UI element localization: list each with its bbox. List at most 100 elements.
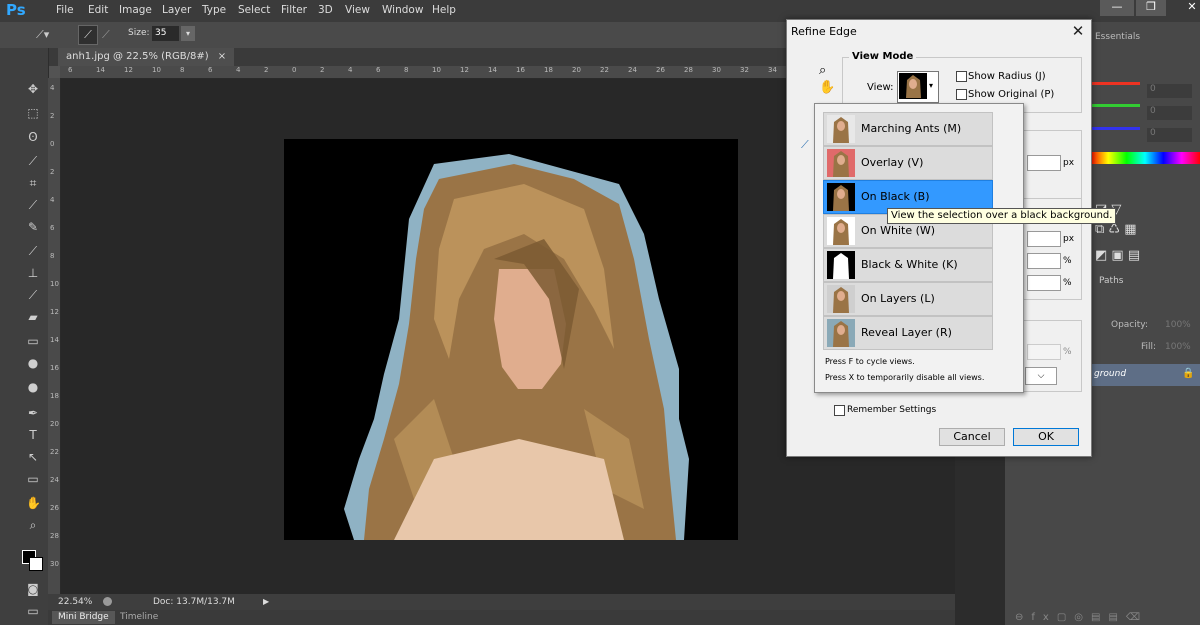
- radius-field[interactable]: [1027, 155, 1061, 171]
- contrast-unit: %: [1063, 256, 1072, 266]
- dialog-close-button[interactable]: ✕: [1070, 22, 1086, 40]
- eraser-tool-icon[interactable]: ▰: [26, 310, 40, 324]
- tab-mini-bridge[interactable]: Mini Bridge: [52, 611, 115, 624]
- layer-row-background[interactable]: ground 🔒: [1090, 364, 1200, 386]
- smooth-field[interactable]: [1027, 231, 1061, 247]
- minimize-button[interactable]: —: [1100, 0, 1134, 16]
- document-tab-close-icon[interactable]: ×: [218, 51, 226, 62]
- tab-paths[interactable]: Paths: [1099, 276, 1123, 286]
- adjustment-icons-row3[interactable]: ◩ ▣ ▤: [1095, 248, 1140, 263]
- brush-mode-icon[interactable]: ⟋: [78, 25, 98, 45]
- status-info-icon[interactable]: [103, 597, 112, 606]
- color-spectrum[interactable]: [1090, 152, 1200, 164]
- menu-image[interactable]: Image: [119, 4, 152, 16]
- zoom-tool-icon[interactable]: ⌕: [819, 63, 826, 78]
- crop-tool-icon[interactable]: ⌗: [26, 176, 40, 190]
- menu-select[interactable]: Select: [238, 4, 270, 16]
- cancel-button[interactable]: Cancel: [939, 428, 1005, 446]
- status-menu-arrow-icon[interactable]: ▶: [263, 594, 269, 610]
- remember-settings-checkbox[interactable]: [834, 405, 845, 416]
- healing-brush-tool-icon[interactable]: ✎: [26, 220, 40, 234]
- red-value[interactable]: 0: [1147, 84, 1192, 98]
- close-app-button[interactable]: ✕: [1184, 0, 1200, 16]
- type-tool-icon[interactable]: T: [26, 428, 40, 442]
- background-color-swatch[interactable]: [29, 557, 43, 571]
- move-tool-icon[interactable]: ✥: [26, 82, 40, 96]
- marquee-tool-icon[interactable]: ⬚: [26, 106, 40, 120]
- menu-3d[interactable]: 3D: [318, 4, 333, 16]
- screen-mode-icon[interactable]: ▭: [26, 604, 40, 618]
- rectangle-tool-icon[interactable]: ▭: [26, 472, 40, 486]
- tab-timeline[interactable]: Timeline: [120, 611, 158, 624]
- hand-tool-icon[interactable]: ✋: [819, 80, 835, 95]
- quick-mask-icon[interactable]: ◙: [26, 582, 40, 596]
- dropdown-hint-cycle: Press F to cycle views.: [825, 357, 915, 366]
- brush-icon[interactable]: ⟋▾: [36, 28, 49, 42]
- amount-unit: %: [1063, 347, 1072, 357]
- document-tab[interactable]: anh1.jpg @ 22.5% (RGB/8#) ×: [58, 48, 235, 66]
- blue-value[interactable]: 0: [1147, 128, 1192, 142]
- opacity-value[interactable]: 100%: [1165, 320, 1191, 330]
- output-to-dropdown[interactable]: ⌵: [1025, 367, 1057, 385]
- ruler-tick-label: 10: [432, 66, 441, 74]
- menu-window[interactable]: Window: [382, 4, 423, 16]
- pen-tool-icon[interactable]: ✒: [26, 406, 40, 420]
- erase-mode-icon[interactable]: ⟋: [102, 28, 110, 42]
- view-option-thumbnail: [827, 251, 855, 279]
- size-field[interactable]: 35: [152, 26, 179, 41]
- shift-edge-field[interactable]: [1027, 275, 1061, 291]
- green-slider[interactable]: [1090, 104, 1140, 107]
- menu-file[interactable]: File: [56, 4, 74, 16]
- ruler-tick-label: 2: [50, 112, 55, 120]
- lasso-tool-icon[interactable]: ʘ: [26, 130, 40, 144]
- green-value[interactable]: 0: [1147, 106, 1192, 120]
- quick-selection-tool-icon[interactable]: ⟋: [26, 154, 40, 168]
- zoom-tool-icon[interactable]: ⌕: [26, 518, 40, 532]
- canvas-image[interactable]: [284, 139, 738, 540]
- view-dropdown[interactable]: ▾: [897, 71, 939, 103]
- gradient-tool-icon[interactable]: ▭: [26, 334, 40, 348]
- menu-layer[interactable]: Layer: [162, 4, 191, 16]
- ruler-tick-label: 2: [264, 66, 269, 74]
- ok-button[interactable]: OK: [1013, 428, 1079, 446]
- show-radius-checkbox[interactable]: [956, 71, 967, 82]
- view-option[interactable]: On Layers (L): [823, 282, 993, 316]
- clone-stamp-tool-icon[interactable]: ⊥: [26, 266, 40, 280]
- tools-panel: ✥ ⬚ ʘ ⟋ ⌗ ⟋ ✎ ⟋ ⊥ ⟋ ▰ ▭ ● ● ✒ T ↖ ▭ ✋ ⌕ …: [0, 48, 49, 625]
- red-slider[interactable]: [1090, 82, 1140, 85]
- view-option[interactable]: Overlay (V): [823, 146, 993, 180]
- fill-value[interactable]: 100%: [1165, 342, 1191, 352]
- show-original-checkbox[interactable]: [956, 89, 967, 100]
- history-brush-tool-icon[interactable]: ⟋: [26, 288, 40, 302]
- adjustment-icons-row2[interactable]: ⧉ ♺ ▦: [1095, 222, 1136, 237]
- ruler-tick-label: 8: [50, 252, 55, 260]
- workspace-switcher[interactable]: Essentials: [1095, 32, 1140, 42]
- eyedropper-tool-icon[interactable]: ⟋: [26, 198, 40, 212]
- view-option[interactable]: Marching Ants (M): [823, 112, 993, 146]
- view-option-thumbnail: [827, 115, 855, 143]
- restore-button[interactable]: ❐: [1136, 0, 1166, 16]
- zoom-readout[interactable]: 22.54%: [58, 594, 92, 610]
- view-option[interactable]: Black & White (K): [823, 248, 993, 282]
- menu-edit[interactable]: Edit: [88, 4, 108, 16]
- view-dropdown-arrow-icon[interactable]: ▾: [929, 81, 933, 90]
- hand-tool-icon[interactable]: ✋: [26, 496, 41, 510]
- menu-help[interactable]: Help: [432, 4, 456, 16]
- blur-tool-icon[interactable]: ●: [26, 356, 40, 370]
- menu-type[interactable]: Type: [202, 4, 226, 16]
- path-selection-tool-icon[interactable]: ↖: [26, 450, 40, 464]
- menu-view[interactable]: View: [345, 4, 370, 16]
- view-option-label: Marching Ants (M): [861, 122, 962, 135]
- ruler-tick-label: 14: [50, 336, 59, 344]
- brush-tool-icon[interactable]: ⟋: [26, 244, 40, 258]
- layer-panel-footer-icons[interactable]: ⊖fx▢◎▤▤⌫: [1015, 612, 1148, 623]
- refine-radius-tool-icon[interactable]: ⟋: [801, 138, 809, 152]
- view-option[interactable]: Reveal Layer (R): [823, 316, 993, 350]
- dodge-tool-icon[interactable]: ●: [26, 380, 40, 394]
- ruler-tick-label: 24: [50, 476, 59, 484]
- amount-field[interactable]: [1027, 344, 1061, 360]
- size-dropdown-icon[interactable]: ▾: [181, 26, 195, 41]
- menu-filter[interactable]: Filter: [281, 4, 307, 16]
- contrast-field[interactable]: [1027, 253, 1061, 269]
- blue-slider[interactable]: [1090, 127, 1140, 130]
